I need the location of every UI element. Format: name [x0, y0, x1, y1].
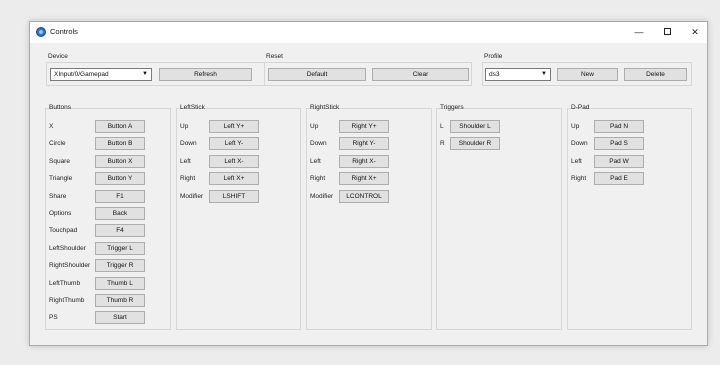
left-stick-binding-left-button[interactable]: Left X- — [209, 154, 259, 168]
device-select-value: XInput/0/Gamepad — [54, 71, 109, 78]
dpad-binding-down-button[interactable]: Pad S — [594, 137, 644, 151]
buttons-binding-circle-button[interactable]: Button B — [95, 137, 145, 151]
buttons-label-touchpad: Touchpad — [49, 227, 78, 235]
window-title: Controls — [50, 27, 78, 36]
triggers-label-r: R — [440, 140, 445, 148]
right-stick-binding-modifier-button[interactable]: LCONTROL — [339, 189, 389, 203]
dpad-label-up: Up — [571, 123, 580, 130]
left-stick-label-down: Down — [180, 140, 197, 148]
right-stick-binding-left-button[interactable]: Right X- — [339, 154, 389, 168]
dpad-group-title: D-Pad — [571, 104, 590, 111]
right-stick-label-modifier: Modifier — [310, 192, 334, 200]
left-stick-binding-modifier-button[interactable]: LSHIFT — [209, 189, 259, 203]
buttons-label-circle: Circle — [49, 140, 66, 148]
maximize-icon — [663, 28, 671, 36]
dpad-binding-right-button[interactable]: Pad E — [594, 172, 644, 186]
buttons-binding-x-button[interactable]: Button A — [95, 120, 145, 133]
buttons-label-leftshoulder: LeftShoulder — [49, 244, 86, 252]
default-button[interactable]: Default — [268, 68, 366, 81]
buttons-binding-triangle-button[interactable]: Button Y — [95, 172, 145, 186]
buttons-label-share: Share — [49, 192, 67, 200]
left-stick-label-modifier: Modifier — [180, 192, 204, 200]
new-profile-button[interactable]: New — [557, 68, 618, 81]
right-stick-group-title: RightStick — [310, 104, 340, 111]
minimize-button[interactable]: — — [627, 22, 651, 43]
buttons-label-x: X — [49, 123, 54, 130]
right-stick-label-left: Left — [310, 157, 321, 165]
profile-group-title: Profile — [484, 53, 503, 60]
app-icon — [36, 27, 46, 37]
buttons-binding-touchpad-button[interactable]: F4 — [95, 224, 145, 238]
right-stick-binding-right-button[interactable]: Right X+ — [339, 172, 389, 186]
triggers-group-title: Triggers — [440, 104, 464, 111]
buttons-binding-options-button[interactable]: Back — [95, 207, 145, 220]
buttons-binding-leftshoulder-button[interactable]: Trigger L — [95, 241, 145, 255]
buttons-label-rightshoulder: RightShoulder — [49, 262, 91, 270]
right-stick-binding-down-button[interactable]: Right Y- — [339, 137, 389, 151]
right-stick-label-up: Up — [310, 123, 319, 130]
title-bar[interactable]: Controls — ✕ — [30, 22, 707, 43]
close-button[interactable]: ✕ — [683, 22, 707, 43]
buttons-label-leftthumb: LeftThumb — [49, 279, 81, 287]
chevron-down-icon: ▼ — [541, 71, 547, 77]
right-stick-binding-up-button[interactable]: Right Y+ — [339, 120, 389, 133]
maximize-button[interactable] — [655, 22, 679, 43]
dpad-binding-up-button[interactable]: Pad N — [594, 120, 644, 133]
left-stick-label-right: Right — [180, 175, 196, 183]
right-stick-label-right: Right — [310, 175, 326, 183]
buttons-label-ps: PS — [49, 314, 58, 322]
clear-button[interactable]: Clear — [372, 68, 469, 81]
triggers-binding-l-button[interactable]: Shoulder L — [450, 120, 500, 133]
buttons-label-triangle: Triangle — [49, 175, 73, 183]
dpad-label-right: Right — [571, 175, 587, 183]
buttons-label-options: Options — [49, 210, 72, 217]
buttons-label-rightthumb: RightThumb — [49, 297, 85, 304]
buttons-binding-share-button[interactable]: F1 — [95, 189, 145, 203]
triggers-binding-r-button[interactable]: Shoulder R — [450, 137, 500, 151]
profile-select[interactable]: ds3 ▼ — [485, 68, 551, 81]
left-stick-binding-right-button[interactable]: Left X+ — [209, 172, 259, 186]
refresh-button[interactable]: Refresh — [159, 68, 252, 81]
controls-window: Controls — ✕ Device XInput/0/Gamepad ▼ R… — [29, 21, 708, 346]
delete-profile-button[interactable]: Delete — [624, 68, 687, 81]
device-group-title: Device — [48, 53, 68, 60]
buttons-binding-rightshoulder-button[interactable]: Trigger R — [95, 259, 145, 273]
dpad-label-left: Left — [571, 157, 582, 165]
dpad-label-down: Down — [571, 140, 588, 148]
device-select[interactable]: XInput/0/Gamepad ▼ — [50, 68, 152, 81]
reset-group-title: Reset — [266, 53, 283, 60]
dpad-binding-left-button[interactable]: Pad W — [594, 154, 644, 168]
buttons-group-title: Buttons — [49, 104, 72, 111]
left-stick-label-left: Left — [180, 157, 191, 165]
right-stick-label-down: Down — [310, 140, 327, 148]
left-stick-label-up: Up — [180, 123, 189, 130]
left-stick-group-title: LeftStick — [180, 104, 205, 111]
buttons-label-square: Square — [49, 157, 70, 165]
buttons-binding-rightthumb-button[interactable]: Thumb R — [95, 294, 145, 307]
left-stick-binding-down-button[interactable]: Left Y- — [209, 137, 259, 151]
profile-select-value: ds3 — [489, 71, 500, 78]
left-stick-binding-up-button[interactable]: Left Y+ — [209, 120, 259, 133]
buttons-binding-leftthumb-button[interactable]: Thumb L — [95, 276, 145, 290]
triggers-label-l: L — [440, 123, 444, 130]
buttons-binding-ps-button[interactable]: Start — [95, 311, 145, 325]
buttons-binding-square-button[interactable]: Button X — [95, 154, 145, 168]
chevron-down-icon: ▼ — [142, 71, 148, 77]
